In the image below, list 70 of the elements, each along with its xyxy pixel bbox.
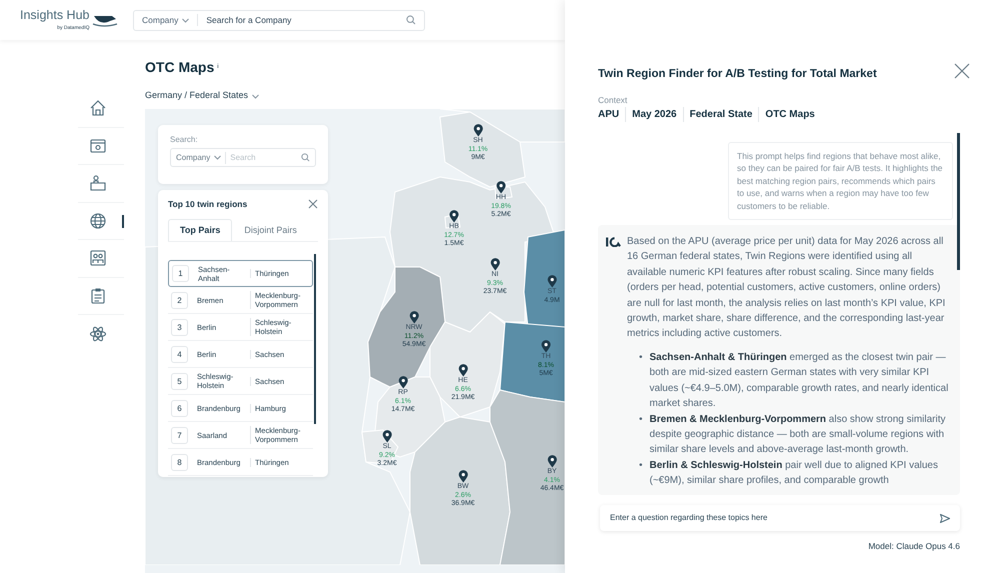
prompt-description: This prompt helps find regions that behave most alike, so they can be paired for fair A/B tests. It highlights the best matching region pairs, recommends which pairs to use, and warns when a region may have too few customers to be reliable. [728, 142, 953, 220]
model-label: Model: Claude Opus 4.6 [868, 540, 960, 553]
region-shape[interactable] [368, 266, 446, 388]
chevron-down-icon [214, 155, 222, 160]
map-pin-icon[interactable] [473, 124, 483, 137]
map-pin-icon[interactable] [409, 311, 419, 324]
map-pin-icon[interactable] [458, 470, 468, 483]
scope-label: Company [142, 14, 178, 26]
rank-number: 1 [172, 265, 189, 282]
rank-number: 5 [171, 372, 188, 390]
panel-title: Top 10 twin regions [168, 198, 248, 211]
map-pin-icon[interactable] [382, 430, 392, 443]
search-icon [406, 15, 416, 25]
people-icon [88, 249, 106, 268]
close-icon[interactable] [954, 63, 970, 79]
tab[interactable]: Top Pairs [168, 218, 232, 242]
map-pin-icon[interactable] [458, 364, 468, 377]
clipboard-icon [88, 286, 106, 305]
chevron-down-icon [252, 94, 260, 98]
tab[interactable]: Disjoint Pairs [232, 218, 309, 242]
map-pin-icon[interactable] [398, 376, 408, 389]
region-shape[interactable] [361, 429, 399, 465]
question-bar[interactable]: Enter a question regarding these topics here [600, 505, 960, 531]
search-input[interactable]: Search [230, 152, 300, 164]
context-tag: APU [598, 107, 620, 122]
search-bar[interactable]: Company Search for a Company [133, 10, 425, 30]
bullet-mark: • [639, 458, 643, 473]
map-pin-icon[interactable] [496, 181, 506, 194]
scrollbar[interactable] [314, 254, 316, 424]
search-icon [301, 153, 310, 162]
answer-bullet: Berlin & Schleswig-Holstein pair well due to aligned KPI values (~€9M), similar share profiles, and comparable growth [650, 458, 939, 488]
answer-bullet: Bremen & Mecklenburg-Vorpommern also show strong similarity despite geographic distance — both are small-volume regions with similar share levels and above-average last-month growth. [650, 412, 947, 458]
map-pin-icon[interactable] [541, 340, 551, 353]
search-bar[interactable]: Company Search [170, 148, 316, 167]
rank-number: 2 [171, 292, 188, 309]
home-icon [88, 99, 106, 118]
logo-text: Insights Hub [20, 8, 90, 22]
atom-icon [88, 324, 106, 343]
question-input-field[interactable]: Enter a question regarding these topics here [610, 512, 940, 524]
rank-number: 4 [171, 346, 188, 363]
rank-number: 3 [171, 318, 188, 336]
scrollbar[interactable] [957, 133, 960, 270]
search-label: Search: [170, 134, 199, 146]
context-tag: May 2026 [625, 107, 677, 122]
person-at-desk-icon [88, 174, 106, 192]
send-icon[interactable] [940, 514, 950, 522]
map-pin-icon[interactable] [547, 455, 557, 468]
page-title: OTC Maps [145, 59, 214, 75]
map-pin-icon[interactable] [547, 275, 557, 288]
context-label: Context [598, 94, 628, 107]
bullet-mark: • [639, 350, 643, 365]
globe-icon [88, 212, 106, 230]
search-input[interactable]: Search for a Company [206, 14, 406, 26]
bullet-mark: • [639, 412, 643, 426]
rank-number: 7 [171, 426, 188, 444]
map-pin-icon[interactable] [490, 258, 500, 271]
context-tag: Federal State [682, 107, 752, 122]
close-icon[interactable] [308, 199, 318, 210]
rank-number: 8 [171, 454, 188, 471]
region-level-dropdown[interactable]: Germany / Federal States [145, 89, 260, 103]
context-tag: OTC Maps [758, 107, 815, 122]
scope-label: Company [176, 152, 210, 164]
browser-window-icon [88, 136, 106, 155]
answer-text: Based on the APU (average price per unit) data for May 2026 across all 16 German federal states, Twin Regions were identified using all available numeric KPI features after robust scaling. Since many fields (orders per head, potential customers, active customers, online orders) are null for last month, the analysis relies on last month’s KPI value, KPI growth, market share, share difference, and the corresponding last-year metrics including active customers. [627, 235, 946, 342]
chevron-down-icon [182, 18, 190, 22]
panel-title: Twin Region Finder for A/B Testing for Total Market [598, 67, 878, 82]
assistant-logo-icon [606, 237, 621, 248]
rank-number: 6 [171, 400, 188, 417]
map-pin-icon[interactable] [449, 210, 459, 223]
answer-bullet: Sachsen-Anhalt & Thüringen emerged as the closest twin pair — both are mid-sized eastern German states with very similar KPI values (~€4.9–5.0M), comparable growth rates, and nearly identical market shares. [650, 350, 950, 412]
